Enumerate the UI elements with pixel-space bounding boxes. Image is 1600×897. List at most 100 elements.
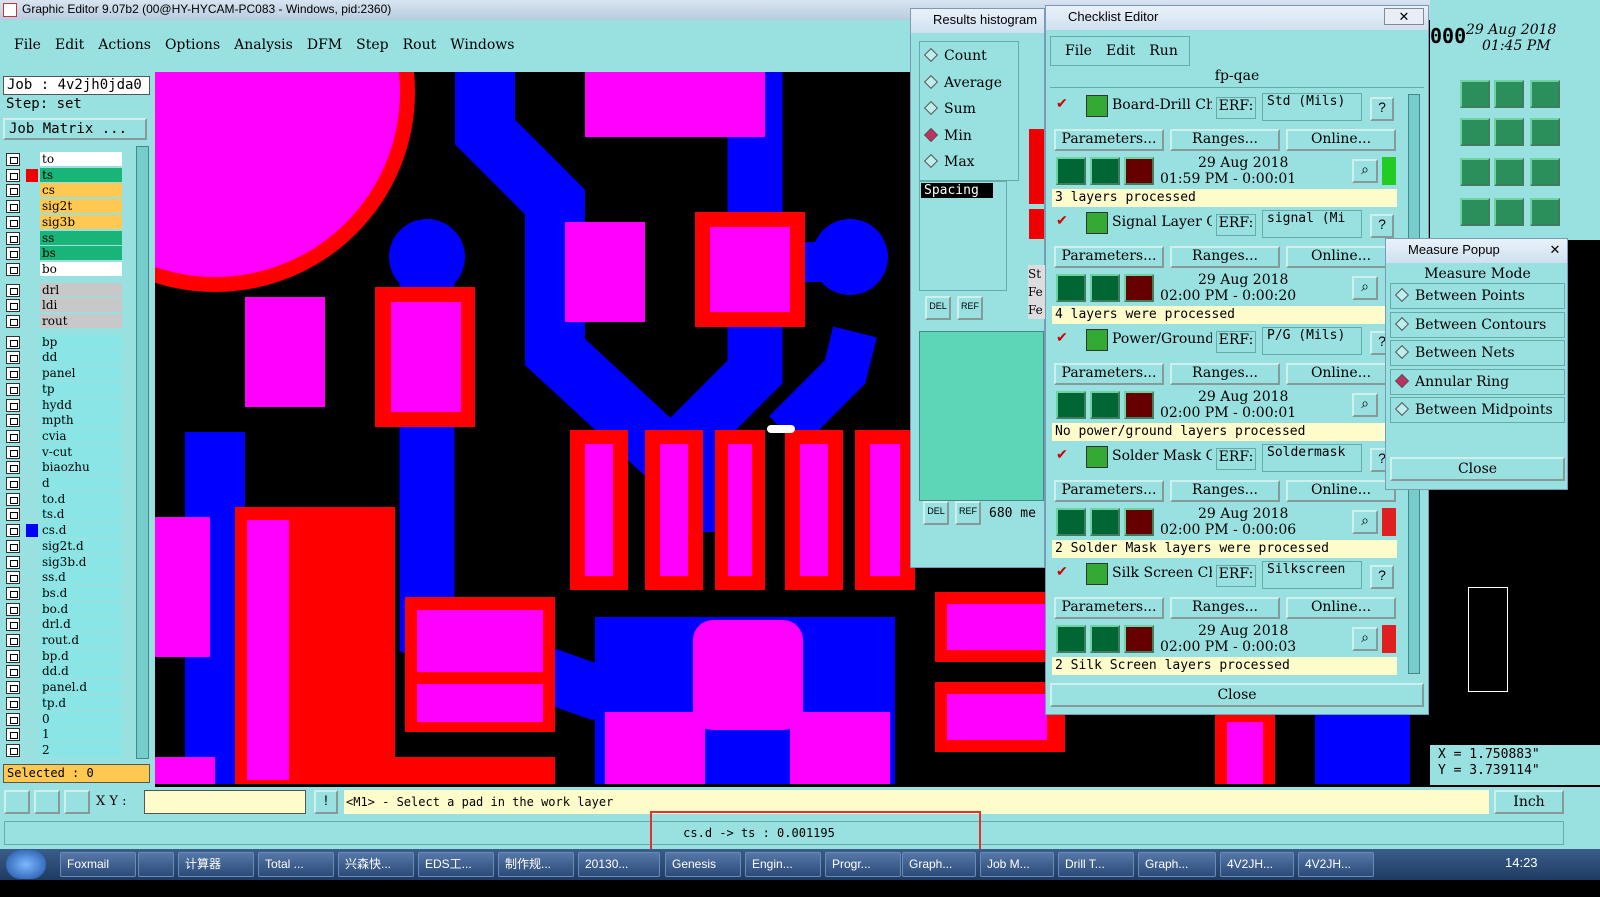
action-checkbox[interactable]: ✔ [1056,213,1070,228]
measure-option[interactable]: Between Midpoints [1390,397,1565,423]
layer-row[interactable]: drl [6,282,122,298]
xy-input[interactable] [144,790,306,814]
layer-row[interactable]: 2 [6,742,122,758]
online-button[interactable]: Online... [1286,363,1396,385]
taskbar-item[interactable]: 20130... [578,852,660,877]
layer-name[interactable]: drl.d [40,617,122,632]
run-icon[interactable] [1056,625,1086,653]
online-button[interactable]: Online... [1286,246,1396,268]
rotate-icon[interactable] [1494,118,1524,146]
taskbar-item[interactable]: Graph... [902,852,976,877]
erf-value[interactable]: Soldermask [1262,444,1362,472]
layer-checkbox[interactable] [6,728,20,742]
move-icon[interactable] [1460,158,1490,186]
scale-icon[interactable] [1494,158,1524,186]
menu-windows[interactable]: Windows [450,37,514,53]
zoom-icon[interactable]: ⌕ [1352,276,1378,300]
checklist-menu-run[interactable]: Run [1149,43,1178,59]
zoom-icon[interactable]: ⌕ [1352,159,1378,183]
layer-checkbox[interactable] [6,602,20,616]
measure-option[interactable]: Annular Ring [1390,368,1565,395]
action-name[interactable]: Silk Screen Che [1112,565,1212,581]
action-name[interactable]: Signal Layer Ch [1112,214,1212,230]
layer-row[interactable]: bo [6,261,122,277]
layer-row[interactable]: 1 [6,727,122,742]
layer-row[interactable]: cvia [6,428,122,444]
pointer-tool-icon[interactable] [4,790,30,814]
menu-rout[interactable]: Rout [403,37,437,53]
run-all-icon[interactable] [1090,625,1120,653]
layer-checkbox[interactable] [6,315,20,328]
snap-icon[interactable] [1460,198,1490,226]
layer-name[interactable]: panel.d [40,680,122,695]
taskbar-item[interactable]: Foxmail [60,852,136,877]
taskbar-item[interactable]: 制作规... [498,852,574,877]
layer-row[interactable]: mpth [6,413,122,428]
layer-checkbox[interactable] [6,414,20,428]
layer-name[interactable]: hydd [40,397,122,412]
layer-checkbox[interactable] [6,299,20,313]
layer-row[interactable]: ss [6,230,122,246]
layer-name[interactable]: bo.d [40,601,122,616]
layer-name[interactable]: sig3b.d [40,554,122,569]
help-icon[interactable] [1530,158,1560,186]
menu-edit[interactable]: Edit [55,37,84,53]
del-button[interactable]: DEL [925,296,951,320]
layer-name[interactable]: bs [40,246,122,261]
layer-row[interactable]: bs.d [6,585,122,601]
layer-name[interactable]: ts.d [40,507,122,522]
layer-name[interactable]: ss.d [40,570,122,585]
layer-name[interactable]: v-cut [40,444,122,459]
layer-row[interactable]: panel.d [6,680,122,695]
histogram-list[interactable]: Spacing [919,181,1007,291]
stop-icon[interactable] [1124,274,1154,302]
run-all-icon[interactable] [1090,274,1120,302]
layer-row[interactable]: sig2t [6,199,122,214]
layer-name[interactable]: ts [40,167,122,182]
parameters-button[interactable]: Parameters... [1054,480,1164,502]
ranges-button[interactable]: Ranges... [1170,597,1280,619]
layer-checkbox[interactable] [6,367,20,381]
layer-checkbox[interactable] [6,461,20,475]
action-checkbox[interactable]: ✔ [1056,96,1070,111]
ranges-button[interactable]: Ranges... [1170,129,1280,151]
layer-name[interactable]: dd [40,350,122,365]
layer-row[interactable]: ss.d [6,570,122,585]
mini-map[interactable] [1430,490,1600,745]
layer-row[interactable]: to [6,152,122,167]
parameters-button[interactable]: Parameters... [1054,129,1164,151]
layer-name[interactable]: ldi [40,298,122,313]
layer-row[interactable]: bo.d [6,601,122,617]
erf-value[interactable]: Silkscreen [1262,561,1362,589]
layer-row[interactable]: dd.d [6,664,122,679]
measure-tool-icon[interactable] [34,790,60,814]
taskbar-item[interactable]: Drill T... [1058,852,1134,877]
layer-name[interactable]: drl [40,282,122,297]
taskbar-item[interactable]: 兴森快... [338,852,414,877]
layer-checkbox[interactable] [6,429,20,443]
taskbar-item[interactable]: Total ... [258,852,334,877]
layer-row[interactable]: drl.d [6,617,122,632]
window-icon[interactable] [1530,80,1560,108]
layer-checkbox[interactable] [6,618,20,632]
help-icon[interactable]: ? [1370,214,1394,238]
layer-checkbox[interactable] [6,335,20,349]
parameters-button[interactable]: Parameters... [1054,597,1164,619]
layer-name[interactable]: sig2t [40,199,122,214]
layer-name[interactable]: rout [40,314,122,328]
layer-name[interactable]: sig3b [40,214,122,229]
action-name[interactable]: Board-Drill Che [1112,97,1212,113]
layer-row[interactable]: sig2t.d [6,538,122,554]
zoom-icon[interactable]: ⌕ [1352,627,1378,651]
layer-name[interactable]: bp [40,334,122,349]
layer-checkbox[interactable] [6,351,20,365]
layer-name[interactable]: cvia [40,428,122,443]
checklist-menu-file[interactable]: File [1065,43,1092,59]
taskbar-item[interactable]: Progr... [825,852,901,877]
start-button[interactable] [6,850,46,879]
layer-row[interactable]: sig3b.d [6,554,122,570]
histogram-option-min[interactable]: Min [923,127,972,144]
histogram-option-count[interactable]: Count [923,47,987,64]
layer-checkbox[interactable] [6,283,20,297]
help-icon[interactable]: ? [1370,565,1394,589]
